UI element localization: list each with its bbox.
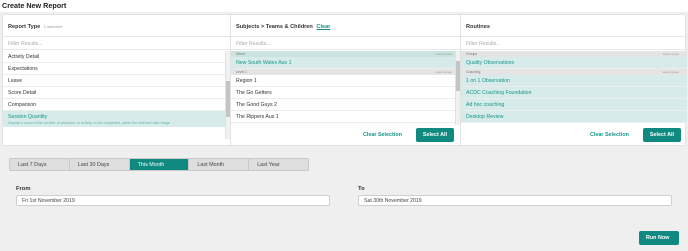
select-all-button[interactable]: Select All [642,128,681,142]
subjects-filter-input[interactable]: Filter Results... [231,37,460,50]
subjects-column: Subjects > Teams & Children Clear Filter… [231,15,461,145]
routines-item[interactable]: 1 on 1 Observation [461,75,687,87]
subjects-item[interactable]: New South Wales Aus 1 [231,57,460,69]
report-type-item[interactable]: Expectations [3,63,230,75]
report-type-heading: Report Type [8,24,41,30]
subjects-item[interactable]: The Go Getters [231,87,460,99]
select-group-link[interactable]: select group [663,52,679,56]
subjects-clear-link[interactable]: Clear [316,24,330,30]
report-type-list: Activity Detail Expectations Leave Score… [3,51,230,139]
routines-item[interactable]: ACDC Coaching Foundation [461,87,687,99]
tab-last-7-days[interactable]: Last 7 Days [10,159,70,170]
scrollbar-thumb[interactable] [226,81,230,117]
select-all-button[interactable]: Select All [415,128,454,142]
subjects-item[interactable]: Region 1 [231,75,460,87]
group-label: Direct [236,52,245,56]
subjects-item[interactable]: The Good Guys 2 [231,99,460,111]
select-group-link[interactable]: select group [436,70,452,74]
report-type-filter-input[interactable]: Filter Results... [3,37,230,50]
scrollbar-thumb[interactable] [456,61,460,91]
routines-column: Routines Filter Results... Groups select… [461,15,687,145]
report-type-item[interactable]: Comparison [3,99,230,111]
routines-item[interactable]: Desktop Review [461,111,687,123]
report-type-selected-count: 1 selected [43,24,63,29]
from-date-input[interactable]: Fri 1st November 2019 [16,195,330,206]
page-title: Create New Report [2,1,67,10]
report-type-item-description: Display a count of the number of session… [8,121,170,125]
routines-heading: Routines [466,24,490,30]
routines-header: Routines [461,15,687,37]
report-type-item-selected[interactable]: Session Quantity Display a count of the … [3,111,230,127]
select-group-link[interactable]: select group [436,52,452,56]
routines-item[interactable]: Ad hoc coaching [461,99,687,111]
report-type-scrollbar[interactable] [225,51,230,139]
tab-last-year[interactable]: Last Year [249,159,308,170]
report-type-header: Report Type 1 selected [3,15,230,37]
routines-group-header: Coaching select group [461,69,687,75]
group-label: Groups [466,52,478,56]
routines-item[interactable]: Quality Observations [461,57,687,69]
run-now-button[interactable]: Run Now [639,231,679,245]
subjects-item[interactable]: The Rippers Aus 1 [231,111,460,123]
date-range-tabs: Last 7 Days Last 30 Days This Month Last… [9,158,309,171]
subjects-list: Direct select group New South Wales Aus … [231,51,460,125]
clear-selection-button[interactable]: Clear Selection [363,132,402,138]
selection-panels: Report Type 1 selected Filter Results...… [2,14,687,146]
to-label: To [358,186,365,192]
subjects-actions: Clear Selection Select All [363,128,454,142]
routines-list: Groups select group Quality Observations… [461,51,687,125]
subjects-group-header: Direct select group [231,51,460,57]
from-label: From [16,186,31,192]
select-group-link[interactable]: select group [663,70,679,74]
subjects-header: Subjects > Teams & Children Clear [231,15,460,37]
subjects-group-header: Level 1 select group [231,69,460,75]
title-bar: Create New Report [0,0,688,12]
report-type-column: Report Type 1 selected Filter Results...… [3,15,231,145]
clear-selection-button[interactable]: Clear Selection [590,132,629,138]
tab-last-30-days[interactable]: Last 30 Days [69,159,130,170]
routines-filter-input[interactable]: Filter Results... [461,37,687,50]
tab-this-month[interactable]: This Month [129,159,190,170]
tab-last-month[interactable]: Last Month [189,159,250,170]
report-type-item[interactable]: Leave [3,75,230,87]
group-label: Level 1 [236,70,247,74]
routines-group-header: Groups select group [461,51,687,57]
routines-actions: Clear Selection Select All [590,128,681,142]
report-type-item[interactable]: Activity Detail [3,51,230,63]
report-type-item[interactable]: Score Detail [3,87,230,99]
subjects-scrollbar[interactable] [455,51,460,125]
subjects-heading: Subjects > Teams & Children [236,24,313,30]
group-label: Coaching [466,70,481,74]
to-date-input[interactable]: Sat 30th November 2019 [358,195,672,206]
